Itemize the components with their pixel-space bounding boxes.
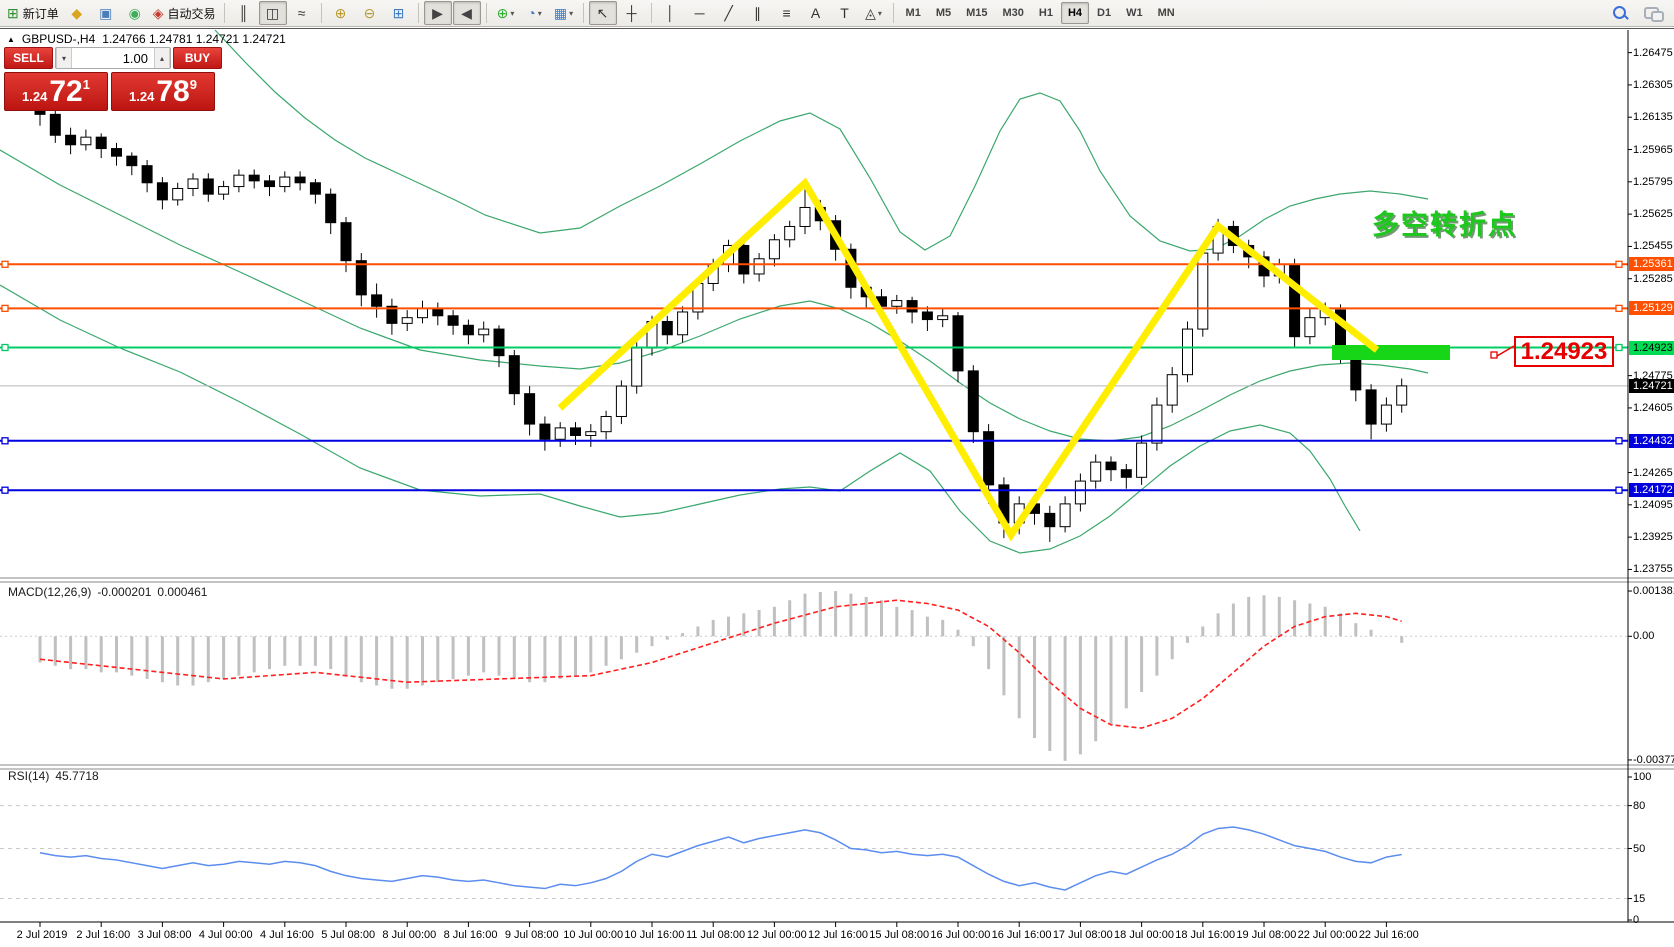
- macd-tick-label: 0.001381: [1633, 585, 1674, 598]
- time-axis-label: 22 Jul 16:00: [1359, 929, 1419, 941]
- price-tick-label: 1.25285: [1633, 273, 1673, 286]
- price-tick-label: 1.26135: [1633, 111, 1673, 124]
- price-tick-label: 1.23755: [1633, 563, 1673, 576]
- rsi-title: RSI(14): [8, 769, 49, 783]
- price-tick-label: 1.24605: [1633, 402, 1673, 415]
- time-axis-label: 8 Jul 00:00: [382, 929, 436, 941]
- price-tick-label: 1.25455: [1633, 240, 1673, 253]
- buy-button[interactable]: BUY: [173, 47, 222, 69]
- macd-value: -0.000201: [97, 585, 151, 599]
- time-axis-label: 2 Jul 16:00: [76, 929, 130, 941]
- ohlc-values: 1.24766 1.24781 1.24721 1.24721: [102, 32, 286, 46]
- rsi-indicator-label: RSI(14) 45.7718: [8, 769, 99, 783]
- time-axis-label: 12 Jul 16:00: [808, 929, 868, 941]
- rsi-tick-label: 50: [1633, 843, 1645, 856]
- rsi-tick-label: 100: [1633, 771, 1651, 784]
- price-line-label: 1.24432: [1629, 434, 1674, 448]
- time-axis-label: 16 Jul 00:00: [930, 929, 990, 941]
- price-tick-label: 1.26305: [1633, 79, 1673, 92]
- volume-stepper: ▾ ▴: [55, 47, 171, 69]
- price-tick-label: 1.25965: [1633, 144, 1673, 157]
- macd-title: MACD(12,26,9): [8, 585, 91, 599]
- price-tick-label: 1.24265: [1633, 467, 1673, 480]
- rsi-tick-label: 80: [1633, 800, 1645, 813]
- price-tick-label: 1.25625: [1633, 208, 1673, 221]
- price-line-label: 1.25129: [1629, 301, 1674, 315]
- time-axis-label: 4 Jul 16:00: [260, 929, 314, 941]
- time-axis-label: 16 Jul 16:00: [992, 929, 1052, 941]
- chart-window[interactable]: ▲ GBPUSD-,H4 1.24766 1.24781 1.24721 1.2…: [0, 28, 1674, 947]
- macd-tick-label: 0.00: [1633, 630, 1654, 643]
- volume-decrease-button[interactable]: ▾: [56, 48, 72, 68]
- time-axis-label: 22 Jul 00:00: [1298, 929, 1358, 941]
- rsi-tick-label: 0: [1633, 914, 1639, 927]
- price-line-label: 1.24172: [1629, 483, 1674, 497]
- time-axis-label: 11 Jul 08:00: [686, 929, 745, 941]
- time-axis-label: 18 Jul 16:00: [1175, 929, 1235, 941]
- macd-indicator-label: MACD(12,26,9) -0.000201 0.000461: [8, 585, 207, 599]
- time-axis-label: 5 Jul 08:00: [321, 929, 375, 941]
- time-axis-label: 15 Jul 08:00: [869, 929, 929, 941]
- collapse-arrow-icon[interactable]: ▲: [7, 35, 15, 44]
- time-axis-label: 4 Jul 00:00: [199, 929, 253, 941]
- time-axis-label: 10 Jul 00:00: [563, 929, 623, 941]
- buy-price-point: 9: [190, 77, 197, 92]
- macd-signal-value: 0.000461: [157, 585, 207, 599]
- time-axis-label: 10 Jul 16:00: [624, 929, 684, 941]
- time-axis-label: 2 Jul 2019: [17, 929, 68, 941]
- one-click-trading-panel: SELL ▾ ▴ BUY 1.24721 1.24789: [4, 47, 222, 111]
- rsi-tick-label: 15: [1633, 893, 1645, 906]
- price-callout-box[interactable]: 1.24923: [1514, 336, 1614, 367]
- time-axis-label: 19 Jul 08:00: [1236, 929, 1296, 941]
- volume-input[interactable]: [72, 48, 154, 68]
- rsi-value: 45.7718: [55, 769, 98, 783]
- symbol-info-line: ▲ GBPUSD-,H4 1.24766 1.24781 1.24721 1.2…: [7, 32, 286, 46]
- chart-annotation-text[interactable]: 多空转折点: [1372, 203, 1517, 242]
- time-axis-label: 12 Jul 00:00: [747, 929, 807, 941]
- sell-price-display[interactable]: 1.24721: [4, 72, 108, 111]
- volume-increase-button[interactable]: ▴: [154, 48, 170, 68]
- chart-canvas[interactable]: [0, 0, 1674, 947]
- sell-price-base: 1.24: [22, 89, 47, 104]
- price-tick-label: 1.24095: [1633, 499, 1673, 512]
- sell-button[interactable]: SELL: [4, 47, 53, 69]
- terminal-window: ⊞新订单◆▣◉◈自动交易║◫≈⊕⊖⊞▶◀⊕▾◔▾▦▾↖┼│─╱∥≡AT◬▾M1M…: [0, 0, 1674, 947]
- time-axis-label: 17 Jul 08:00: [1053, 929, 1113, 941]
- buy-price-display[interactable]: 1.24789: [111, 72, 215, 111]
- time-axis-label: 3 Jul 08:00: [138, 929, 192, 941]
- price-tick-label: 1.26475: [1633, 47, 1673, 60]
- price-line-label: 1.24923: [1629, 341, 1674, 355]
- price-tick-label: 1.25795: [1633, 176, 1673, 189]
- time-axis-label: 9 Jul 08:00: [505, 929, 559, 941]
- time-axis-label: 18 Jul 00:00: [1114, 929, 1174, 941]
- sell-price-point: 1: [83, 77, 90, 92]
- buy-price-pips: 78: [156, 77, 189, 107]
- sell-price-pips: 72: [49, 77, 82, 107]
- time-axis-label: 8 Jul 16:00: [444, 929, 498, 941]
- price-line-label: 1.25361: [1629, 257, 1674, 271]
- symbol-timeframe: GBPUSD-,H4: [22, 32, 95, 46]
- macd-tick-label: -0.003771: [1633, 754, 1674, 767]
- buy-price-base: 1.24: [129, 89, 154, 104]
- price-line-label: 1.24721: [1629, 379, 1674, 393]
- price-tick-label: 1.23925: [1633, 531, 1673, 544]
